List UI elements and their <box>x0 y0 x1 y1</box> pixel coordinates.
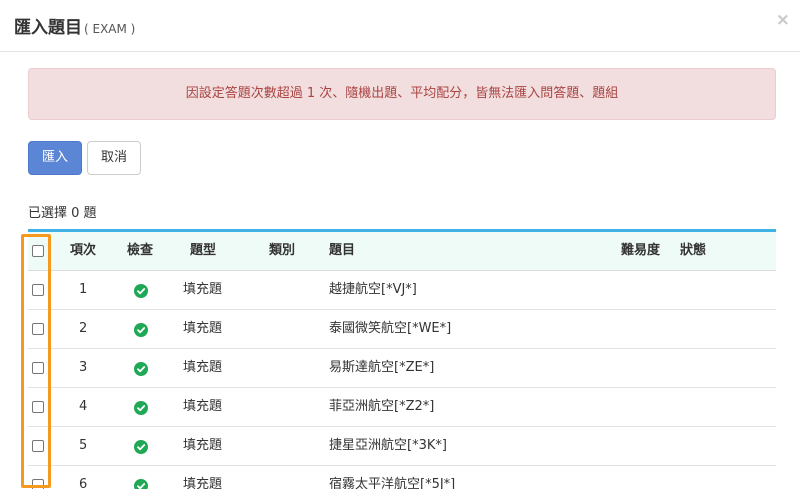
check-circle-icon <box>134 323 148 337</box>
row-index: 5 <box>79 438 88 453</box>
row-checkbox[interactable] <box>32 362 44 374</box>
header-status: 狀態 <box>680 243 707 258</box>
row-type: 填充題 <box>183 321 223 336</box>
row-checkbox[interactable] <box>32 323 44 335</box>
table-row: 1 填充題 越捷航空[*VJ*] <box>28 271 776 310</box>
row-type: 填充題 <box>183 360 223 375</box>
row-checkbox[interactable] <box>32 401 44 413</box>
close-button[interactable]: × <box>776 10 790 30</box>
header-category: 類別 <box>269 243 296 258</box>
row-question: 越捷航空[*VJ*] <box>329 282 417 297</box>
modal-subtitle: ( EXAM ) <box>84 22 136 36</box>
check-circle-icon <box>134 284 148 298</box>
header-difficulty: 難易度 <box>621 243 661 258</box>
row-type: 填充題 <box>183 438 223 453</box>
row-question: 宿霧太平洋航空[*5J*] <box>329 477 456 489</box>
table-row: 2 填充題 泰國微笑航空[*WE*] <box>28 310 776 349</box>
warning-alert: 因設定答題次數超過 1 次、隨機出題、平均配分，皆無法匯入問答題、題組 <box>28 68 776 120</box>
question-table: 項次 檢查 題型 類別 題目 難易度 狀態 1 填充題 越捷航空[*VJ*] 2 填充題… <box>28 229 776 489</box>
table-row: 3 填充題 易斯達航空[*ZE*] <box>28 349 776 388</box>
row-checkbox[interactable] <box>32 440 44 452</box>
check-circle-icon <box>134 362 148 376</box>
modal-header: 匯入題目( EXAM ) × <box>0 0 800 52</box>
row-index: 3 <box>79 360 88 375</box>
row-question: 易斯達航空[*ZE*] <box>329 360 435 375</box>
header-question: 題目 <box>329 243 356 258</box>
cancel-button[interactable]: 取消 <box>87 141 141 175</box>
modal-title: 匯入題目( EXAM ) <box>14 13 135 38</box>
row-index: 1 <box>79 282 88 297</box>
selected-count: 已選擇 0 題 <box>28 206 97 221</box>
check-circle-icon <box>134 440 148 454</box>
check-circle-icon <box>134 479 148 489</box>
row-type: 填充題 <box>183 477 223 489</box>
row-checkbox[interactable] <box>32 479 44 489</box>
header-index: 項次 <box>70 243 97 258</box>
table-row: 5 填充題 捷星亞洲航空[*3K*] <box>28 427 776 466</box>
row-index: 4 <box>79 399 88 414</box>
table-row: 4 填充題 菲亞洲航空[*Z2*] <box>28 388 776 427</box>
row-question: 菲亞洲航空[*Z2*] <box>329 399 435 414</box>
select-all-checkbox[interactable] <box>32 245 44 257</box>
header-type: 題型 <box>190 243 217 258</box>
header-check: 檢查 <box>127 243 154 258</box>
row-question: 捷星亞洲航空[*3K*] <box>329 438 447 453</box>
row-type: 填充題 <box>183 282 223 297</box>
row-question: 泰國微笑航空[*WE*] <box>329 321 452 336</box>
row-checkbox[interactable] <box>32 284 44 296</box>
check-circle-icon <box>134 401 148 415</box>
import-button[interactable]: 匯入 <box>28 141 82 175</box>
modal-title-text: 匯入題目 <box>14 18 82 38</box>
table-row: 6 填充題 宿霧太平洋航空[*5J*] <box>28 466 776 489</box>
row-type: 填充題 <box>183 399 223 414</box>
row-index: 6 <box>79 477 88 489</box>
table-header: 項次 檢查 題型 類別 題目 難易度 狀態 <box>28 232 776 271</box>
row-index: 2 <box>79 321 88 336</box>
table-body: 1 填充題 越捷航空[*VJ*] 2 填充題 泰國微笑航空[*WE*] 3 填充題 易斯達航空[… <box>28 271 776 489</box>
